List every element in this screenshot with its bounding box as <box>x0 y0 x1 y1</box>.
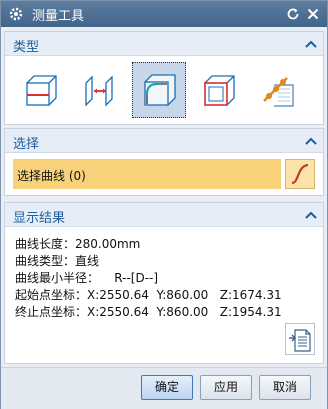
result-section: 显示结果 曲线长度：280.00mm 曲线类型：直线 曲线最小半径： R--[D… <box>4 202 324 364</box>
document-export-icon <box>289 329 311 352</box>
result-text: 曲线长度：280.00mm 曲线类型：直线 曲线最小半径： R--[D--] 起… <box>15 235 282 320</box>
type-section: 类型 <box>4 31 324 125</box>
chevron-up-icon[interactable] <box>305 136 317 146</box>
chevron-up-icon[interactable] <box>305 210 317 220</box>
curve-type-line: 曲线类型：直线 <box>15 254 100 268</box>
type-option-curve-length[interactable] <box>132 62 186 118</box>
select-section-title: 选择 <box>13 137 40 152</box>
type-option-angle[interactable] <box>250 62 304 118</box>
type-section-header[interactable]: 类型 <box>5 32 323 56</box>
close-icon[interactable] <box>305 6 321 22</box>
result-section-title: 显示结果 <box>13 211 66 226</box>
measure-face-icon <box>204 75 235 106</box>
export-results-button[interactable] <box>285 323 315 355</box>
curve-min-radius-line: 曲线最小半径： R--[D--] <box>15 271 159 285</box>
cancel-button[interactable]: 取消 <box>259 375 311 400</box>
chevron-up-icon[interactable] <box>305 39 317 49</box>
window-title: 测量工具 <box>32 9 85 24</box>
reset-icon[interactable] <box>285 6 301 22</box>
curve-length-line: 曲线长度：280.00mm <box>15 237 141 251</box>
measure-distance-icon <box>85 75 113 107</box>
curve-selector-button[interactable] <box>285 159 315 189</box>
type-option-face[interactable] <box>191 62 245 118</box>
select-section-header[interactable]: 选择 <box>5 129 323 153</box>
measure-angle-icon <box>263 77 294 107</box>
apply-button[interactable]: 应用 <box>200 375 252 400</box>
title-bar: 测量工具 <box>1 1 327 27</box>
type-option-point-to-point[interactable] <box>13 62 67 118</box>
select-section: 选择 选择曲线 (0) <box>4 128 324 196</box>
measure-tool-window: 测量工具 类型 选择 选择曲线 (0) 显示结果 曲线长度：280.00mm 曲… <box>0 0 328 409</box>
type-section-title: 类型 <box>13 40 40 55</box>
result-section-header[interactable]: 显示结果 <box>5 203 323 227</box>
select-curve-field[interactable]: 选择曲线 (0) <box>13 159 281 189</box>
type-option-distance[interactable] <box>72 62 126 118</box>
gear-icon <box>9 7 23 21</box>
measure-curve-length-icon <box>144 74 176 106</box>
end-point-line: 终止点坐标：X:2550.64 Y:860.00 Z:1954.31 <box>15 305 282 319</box>
curve-icon <box>291 163 309 185</box>
select-curve-label: 选择曲线 (0) <box>17 169 86 183</box>
start-point-line: 起始点坐标：X:2550.64 Y:860.00 Z:1674.31 <box>15 288 282 302</box>
dialog-button-bar: 确定 应用 取消 <box>1 367 327 409</box>
measure-point-to-point-icon <box>26 75 57 106</box>
ok-button[interactable]: 确定 <box>141 375 193 400</box>
